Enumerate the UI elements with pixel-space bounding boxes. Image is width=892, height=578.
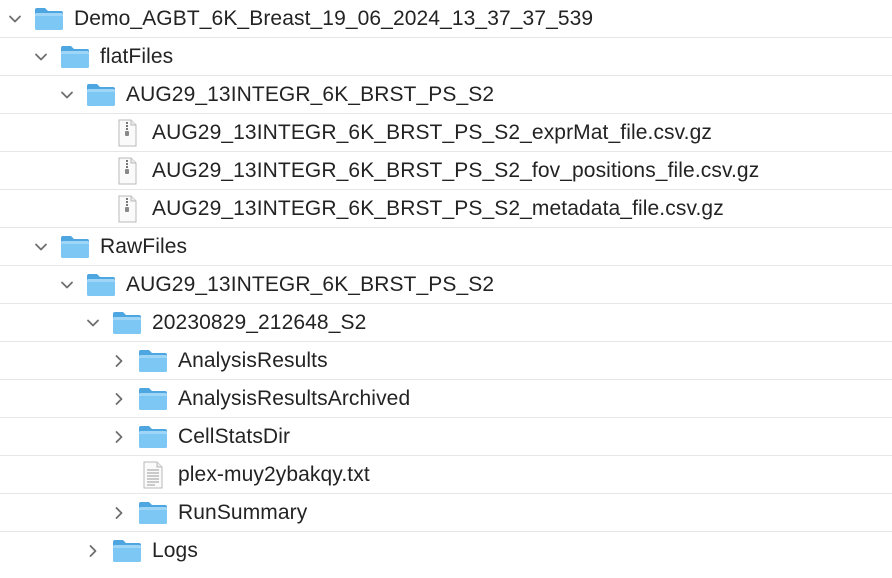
tree-row-label: AUG29_13INTEGR_6K_BRST_PS_S2	[126, 82, 495, 106]
tree-row-file[interactable]: AUG29_13INTEGR_6K_BRST_PS_S2_exprMat_fil…	[0, 114, 892, 152]
chevron-right-icon[interactable]	[110, 504, 128, 522]
tree-row-file[interactable]: AUG29_13INTEGR_6K_BRST_PS_S2_fov_positio…	[0, 152, 892, 190]
zip-file-icon	[110, 195, 144, 223]
tree-row-analysisresults-folder[interactable]: AnalysisResults	[0, 342, 892, 380]
chevron-right-icon[interactable]	[110, 428, 128, 446]
folder-icon	[32, 5, 66, 33]
tree-row-label: Demo_AGBT_6K_Breast_19_06_2024_13_37_37_…	[74, 6, 594, 30]
tree-row-label: AnalysisResults	[178, 348, 328, 372]
folder-icon	[136, 499, 170, 527]
tree-row-label: plex-muy2ybakqy.txt	[178, 462, 370, 486]
chevron-down-icon[interactable]	[32, 238, 50, 256]
chevron-right-icon[interactable]	[84, 542, 102, 560]
tree-row-label: RunSummary	[178, 500, 308, 524]
folder-icon	[58, 233, 92, 261]
tree-row-logs-folder[interactable]: Logs	[0, 532, 892, 570]
tree-row-label: 20230829_212648_S2	[152, 310, 367, 334]
tree-row-label: AUG29_13INTEGR_6K_BRST_PS_S2	[126, 272, 495, 296]
folder-icon	[58, 43, 92, 71]
tree-row-label: CellStatsDir	[178, 424, 291, 448]
tree-row-runsummary-folder[interactable]: RunSummary	[0, 494, 892, 532]
chevron-down-icon[interactable]	[6, 10, 24, 28]
tree-row-file[interactable]: AUG29_13INTEGR_6K_BRST_PS_S2_metadata_fi…	[0, 190, 892, 228]
tree-row-flatfiles-subfolder[interactable]: AUG29_13INTEGR_6K_BRST_PS_S2	[0, 76, 892, 114]
zip-file-icon	[110, 157, 144, 185]
zip-file-icon	[110, 119, 144, 147]
tree-row-label: AUG29_13INTEGR_6K_BRST_PS_S2_metadata_fi…	[152, 196, 724, 220]
chevron-right-icon[interactable]	[110, 390, 128, 408]
tree-row-label: AUG29_13INTEGR_6K_BRST_PS_S2_fov_positio…	[152, 158, 760, 182]
folder-icon	[136, 385, 170, 413]
tree-row-rawfiles-folder[interactable]: RawFiles	[0, 228, 892, 266]
tree-row-analysisresultsarchived-folder[interactable]: AnalysisResultsArchived	[0, 380, 892, 418]
folder-icon	[110, 537, 144, 565]
tree-row-label: AnalysisResultsArchived	[178, 386, 411, 410]
folder-icon	[84, 81, 118, 109]
tree-row-root-folder[interactable]: Demo_AGBT_6K_Breast_19_06_2024_13_37_37_…	[0, 0, 892, 38]
chevron-down-icon[interactable]	[58, 86, 76, 104]
tree-row-label: flatFiles	[100, 44, 174, 68]
tree-row-label: Logs	[152, 539, 198, 562]
file-tree: Demo_AGBT_6K_Breast_19_06_2024_13_37_37_…	[0, 0, 892, 578]
folder-icon	[136, 423, 170, 451]
text-file-icon	[136, 461, 170, 489]
tree-row-text-file[interactable]: plex-muy2ybakqy.txt	[0, 456, 892, 494]
chevron-down-icon[interactable]	[32, 48, 50, 66]
chevron-down-icon[interactable]	[84, 314, 102, 332]
chevron-right-icon[interactable]	[110, 352, 128, 370]
tree-row-cellstatsdir-folder[interactable]: CellStatsDir	[0, 418, 892, 456]
tree-row-label: RawFiles	[100, 234, 188, 258]
tree-row-label: AUG29_13INTEGR_6K_BRST_PS_S2_exprMat_fil…	[152, 120, 712, 144]
folder-icon	[136, 347, 170, 375]
folder-icon	[84, 271, 118, 299]
tree-row-rawfiles-subfolder[interactable]: AUG29_13INTEGR_6K_BRST_PS_S2	[0, 266, 892, 304]
tree-row-flatfiles-folder[interactable]: flatFiles	[0, 38, 892, 76]
tree-row-run-folder[interactable]: 20230829_212648_S2	[0, 304, 892, 342]
folder-icon	[110, 309, 144, 337]
chevron-down-icon[interactable]	[58, 276, 76, 294]
